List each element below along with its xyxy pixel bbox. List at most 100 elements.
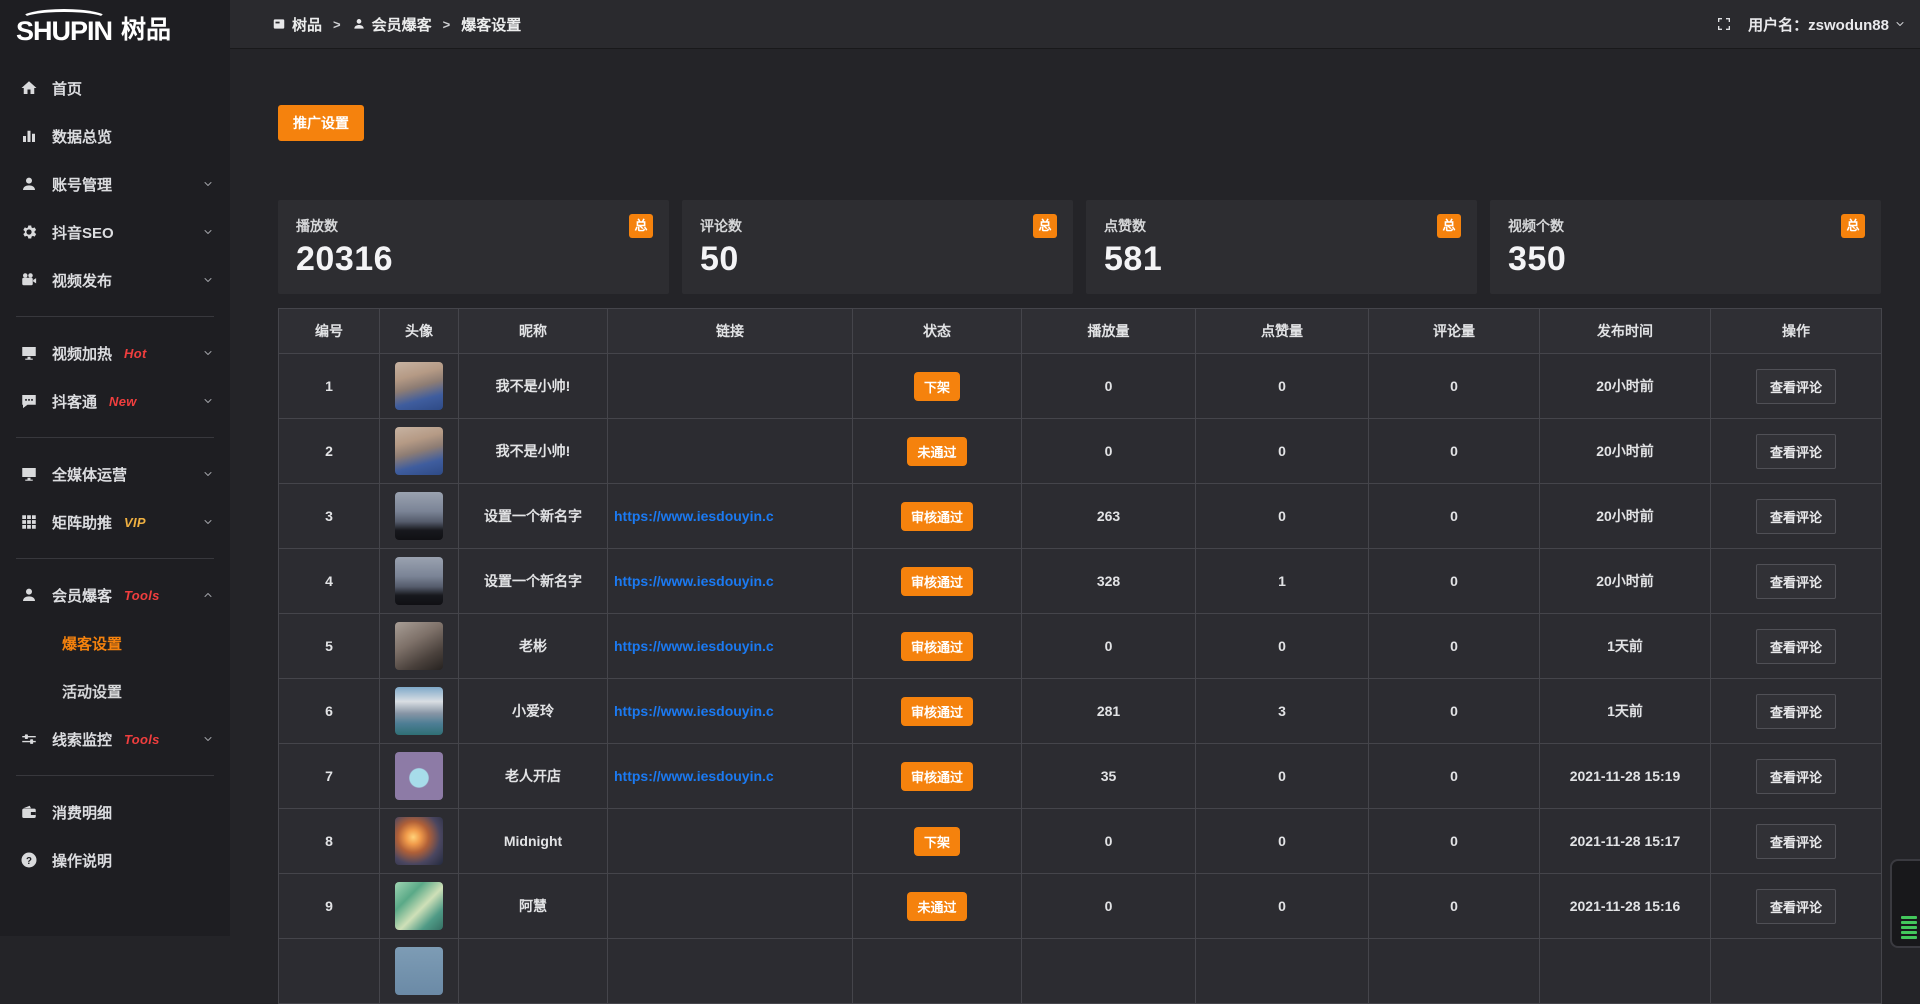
likes-count: 0	[1196, 744, 1369, 809]
video-link[interactable]: https://www.iesdouyin.c	[614, 573, 846, 589]
sidebar-item-label: 会员爆客	[52, 585, 112, 606]
chevron-up-icon	[202, 589, 214, 601]
view-comments-button[interactable]: 查看评论	[1756, 694, 1836, 729]
view-comments-button[interactable]: 查看评论	[1756, 564, 1836, 599]
sidebar-item-线索监控[interactable]: 线索监控 Tools	[0, 715, 230, 763]
plays-count: 263	[1022, 484, 1196, 549]
row-index: 1	[279, 354, 380, 419]
comments-count: 0	[1369, 419, 1540, 484]
sidebar-item-矩阵助推[interactable]: 矩阵助推 VIP	[0, 498, 230, 546]
plays-count: 35	[1022, 744, 1196, 809]
sidebar-item-操作说明[interactable]: ? 操作说明	[0, 836, 230, 884]
sidebar-item-账号管理[interactable]: 账号管理	[0, 160, 230, 208]
stat-value: 20316	[296, 240, 651, 279]
table-row: 4 设置一个新名字 https://www.iesdouyin.c 审核通过 3…	[279, 549, 1882, 614]
view-comments-button[interactable]: 查看评论	[1756, 369, 1836, 404]
battery-indicator-widget	[1890, 859, 1920, 948]
stat-label: 评论数	[700, 216, 1055, 236]
nickname: 老彬	[459, 614, 608, 679]
view-comments-button[interactable]: 查看评论	[1756, 759, 1836, 794]
sidebar-item-label: 线索监控	[52, 729, 112, 750]
chevron-down-icon	[202, 516, 214, 528]
avatar	[395, 362, 443, 410]
view-comments-button[interactable]: 查看评论	[1756, 629, 1836, 664]
row-index: 9	[279, 874, 380, 939]
comments-count: 0	[1369, 549, 1540, 614]
plays-count: 0	[1022, 809, 1196, 874]
publish-time	[1540, 939, 1711, 1004]
gear-icon	[20, 223, 38, 241]
sidebar-item-label: 抖音SEO	[52, 222, 114, 243]
stat-card-播放数: 播放数 20316 总	[278, 200, 669, 294]
comments-count: 0	[1369, 354, 1540, 419]
view-comments-button[interactable]: 查看评论	[1756, 499, 1836, 534]
user-icon	[352, 17, 366, 31]
sidebar-item-抖音SEO[interactable]: 抖音SEO	[0, 208, 230, 256]
table-row: 3 设置一个新名字 https://www.iesdouyin.c 审核通过 2…	[279, 484, 1882, 549]
breadcrumb-item-树品[interactable]: 树品	[272, 14, 322, 35]
chevron-down-icon	[202, 274, 214, 286]
breadcrumb-item-会员爆客[interactable]: 会员爆客	[352, 14, 432, 35]
total-badge: 总	[1033, 214, 1057, 238]
fullscreen-button[interactable]	[1716, 16, 1732, 32]
sidebar-menu: 首页 数据总览 账号管理 抖音SEO 视频发布 视频加热 Hot 抖客通 New…	[0, 56, 230, 884]
table-row: 5 老彬 https://www.iesdouyin.c 审核通过 0 0 0 …	[279, 614, 1882, 679]
video-link[interactable]: https://www.iesdouyin.c	[614, 703, 846, 719]
user-menu[interactable]: 用户名：zswodun88	[1748, 14, 1906, 35]
sidebar-item-label: 账号管理	[52, 174, 112, 195]
view-comments-button[interactable]: 查看评论	[1756, 889, 1836, 924]
table-body: 1 我不是小帅! 下架 0 0 0 20小时前 查看评论 2 我不是小帅! 未通…	[279, 354, 1882, 1004]
row-index: 4	[279, 549, 380, 614]
video-link[interactable]: https://www.iesdouyin.c	[614, 768, 846, 784]
publish-time: 20小时前	[1540, 484, 1711, 549]
table-row: 2 我不是小帅! 未通过 0 0 0 20小时前 查看评论	[279, 419, 1882, 484]
sidebar-item-抖客通[interactable]: 抖客通 New	[0, 377, 230, 425]
publish-time: 20小时前	[1540, 419, 1711, 484]
video-link[interactable]: https://www.iesdouyin.c	[614, 638, 846, 654]
status-badge: 下架	[914, 827, 960, 856]
table-row	[279, 939, 1882, 1004]
sidebar-subitem-爆客设置[interactable]: 爆客设置	[0, 619, 230, 667]
promotion-settings-button[interactable]: 推广设置	[278, 105, 364, 141]
sidebar-subitem-label: 爆客设置	[62, 633, 122, 654]
video-camera-icon	[20, 271, 38, 289]
grid-icon	[20, 513, 38, 531]
column-header-评论量: 评论量	[1369, 309, 1540, 354]
sidebar-item-视频加热[interactable]: 视频加热 Hot	[0, 329, 230, 377]
chevron-down-icon	[202, 347, 214, 359]
row-index: 2	[279, 419, 380, 484]
sidebar-item-视频发布[interactable]: 视频发布	[0, 256, 230, 304]
sidebar-item-全媒体运营[interactable]: 全媒体运营	[0, 450, 230, 498]
view-comments-button[interactable]: 查看评论	[1756, 824, 1836, 859]
home-icon	[20, 79, 38, 97]
plays-count: 0	[1022, 354, 1196, 419]
sidebar-item-首页[interactable]: 首页	[0, 64, 230, 112]
videos-table-wrap: 编号头像昵称链接状态播放量点赞量评论量发布时间操作 1 我不是小帅! 下架 0 …	[278, 308, 1881, 1004]
sidebar-item-数据总览[interactable]: 数据总览	[0, 112, 230, 160]
nickname: 老人开店	[459, 744, 608, 809]
total-badge: 总	[1841, 214, 1865, 238]
nickname: Midnight	[459, 809, 608, 874]
sidebar-subitem-活动设置[interactable]: 活动设置	[0, 667, 230, 715]
wallet-icon	[20, 803, 38, 821]
username-label: 用户名：zswodun88	[1748, 14, 1889, 35]
sidebar-item-badge: Tools	[124, 732, 160, 747]
video-link[interactable]: https://www.iesdouyin.c	[614, 508, 846, 524]
topbar: 树品 > 会员爆客 > 爆客设置 用户名：zswodun88	[230, 0, 1920, 48]
stat-card-视频个数: 视频个数 350 总	[1490, 200, 1881, 294]
chevron-down-icon	[202, 395, 214, 407]
publish-time: 1天前	[1540, 614, 1711, 679]
sidebar-item-会员爆客[interactable]: 会员爆客 Tools	[0, 571, 230, 619]
publish-time: 1天前	[1540, 679, 1711, 744]
stat-label: 点赞数	[1104, 216, 1459, 236]
column-header-状态: 状态	[853, 309, 1022, 354]
monitor-icon	[20, 344, 38, 362]
bar-chart-icon	[20, 127, 38, 145]
column-header-昵称: 昵称	[459, 309, 608, 354]
sidebar: SHUPIN 树品 首页 数据总览 账号管理 抖音SEO 视频发布 视频加热 H…	[0, 0, 230, 936]
nickname: 小爱玲	[459, 679, 608, 744]
sidebar-item-消费明细[interactable]: 消费明细	[0, 788, 230, 836]
sidebar-item-badge: VIP	[124, 515, 146, 530]
view-comments-button[interactable]: 查看评论	[1756, 434, 1836, 469]
breadcrumb-separator: >	[333, 17, 341, 32]
